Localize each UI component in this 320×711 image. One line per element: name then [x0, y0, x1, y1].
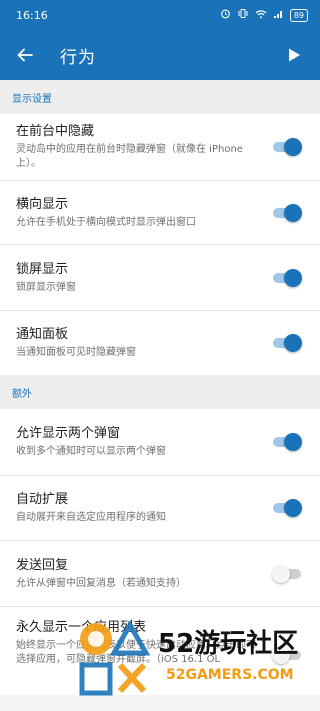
watermark-logo-icon — [79, 619, 151, 696]
watermark: 52游玩社区 52GAMERS.COM — [74, 615, 320, 705]
play-icon — [289, 48, 300, 62]
setting-desc: 收到多个通知时可以显示两个弹窗 — [16, 446, 166, 457]
section-header-display: 显示设置 — [0, 80, 320, 114]
setting-title: 锁屏显示 — [16, 261, 69, 277]
setting-hide-in-foreground[interactable]: 在前台中隐藏 灵动岛中的应用在前台时隐藏弹窗（就像在 iPhone 上）。 — [0, 114, 320, 181]
send-reply-toggle[interactable] — [272, 564, 302, 584]
setting-allow-two-popups[interactable]: 允许显示两个弹窗 收到多个通知时可以显示两个弹窗 — [0, 409, 320, 476]
back-button[interactable] — [12, 42, 38, 68]
page-title: 行为 — [60, 47, 96, 68]
setting-title: 横向显示 — [16, 196, 69, 212]
setting-auto-expand[interactable]: 自动扩展 自动展开来自选定应用程序的通知 — [0, 476, 320, 541]
section-header-extra: 额外 — [0, 375, 320, 409]
setting-title: 通知面板 — [16, 327, 69, 342]
setting-desc: 灵动岛中的应用在前台时隐藏弹窗（就像在 iPhone 上）。 — [16, 144, 243, 169]
notification-panel-toggle[interactable] — [272, 333, 302, 353]
setting-desc: 锁屏显示弹窗 — [16, 281, 76, 293]
setting-desc: 允许从弹窗中回复消息（若通知支持） — [16, 577, 186, 589]
status-time: 16:16 — [16, 8, 48, 22]
setting-send-reply[interactable]: 发送回复 允许从弹窗中回复消息（若通知支持） — [0, 541, 320, 607]
setting-notification-panel[interactable]: 通知面板 当通知面板可见时隐藏弹窗 — [0, 311, 320, 375]
wifi-icon — [255, 9, 267, 22]
app-bar: 行为 — [0, 30, 320, 80]
watermark-text: 52游玩社区 — [158, 629, 299, 659]
allow-two-popups-toggle[interactable] — [272, 432, 302, 452]
setting-landscape-display[interactable]: 横向显示 允许在手机处于横向模式时显示弹出窗口 — [0, 181, 320, 245]
battery-icon: 89 — [289, 8, 308, 22]
alarm-icon — [220, 8, 231, 22]
setting-desc: 允许在手机处于横向模式时显示弹出窗口 — [16, 216, 196, 228]
landscape-display-toggle[interactable] — [272, 203, 302, 223]
setting-title: 在前台中隐藏 — [16, 124, 95, 139]
watermark-subtext: 52GAMERS.COM — [166, 667, 294, 683]
lockscreen-display-toggle[interactable] — [272, 268, 302, 288]
setting-title: 发送回复 — [16, 557, 69, 573]
play-button[interactable] — [282, 43, 306, 67]
auto-expand-toggle[interactable] — [272, 498, 302, 518]
signal-icon — [273, 9, 284, 22]
status-bar: 16:16 89 — [0, 0, 320, 30]
setting-title: 自动扩展 — [16, 492, 69, 507]
hide-in-foreground-toggle[interactable] — [272, 137, 302, 157]
status-icons: 89 — [220, 8, 308, 22]
arrow-left-icon — [17, 48, 33, 62]
display-settings-list: 在前台中隐藏 灵动岛中的应用在前台时隐藏弹窗（就像在 iPhone 上）。 横向… — [0, 114, 320, 375]
setting-title: 允许显示两个弹窗 — [16, 426, 121, 441]
vibrate-icon — [237, 8, 249, 22]
setting-lockscreen-display[interactable]: 锁屏显示 锁屏显示弹窗 — [0, 245, 320, 311]
setting-desc: 当通知面板可见时隐藏弹窗 — [16, 347, 136, 358]
setting-desc: 自动展开来自选定应用程序的通知 — [16, 512, 166, 523]
